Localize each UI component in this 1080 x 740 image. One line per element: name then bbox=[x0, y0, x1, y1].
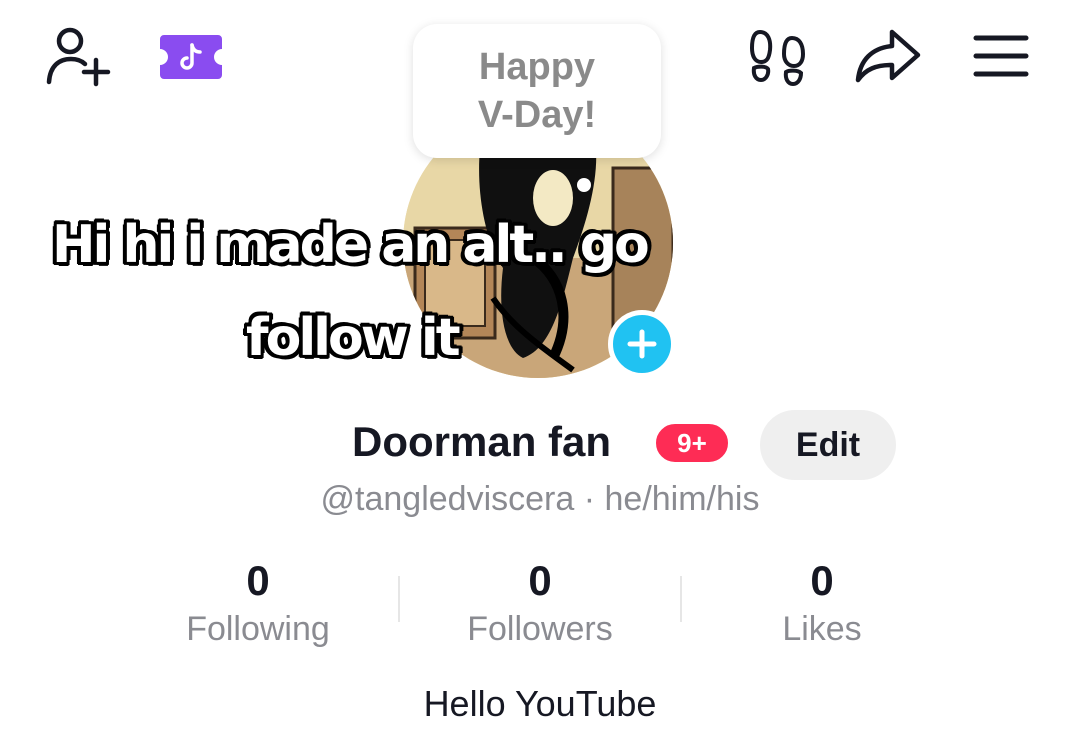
add-story-button[interactable] bbox=[608, 310, 676, 378]
stat-value: 0 bbox=[810, 557, 834, 604]
video-caption-line-1: Hi hi i made an alt.. go bbox=[52, 215, 650, 275]
stat-divider bbox=[398, 576, 400, 622]
hamburger-menu-icon[interactable] bbox=[972, 32, 1030, 80]
note-bubble[interactable]: Happy V-Day! bbox=[413, 24, 661, 158]
plus-icon bbox=[627, 329, 657, 359]
edit-profile-button[interactable]: Edit bbox=[760, 410, 896, 480]
stat-following[interactable]: 0 Following bbox=[158, 556, 358, 652]
tiktok-ticket-icon[interactable] bbox=[158, 33, 224, 81]
share-arrow-icon[interactable] bbox=[854, 28, 922, 84]
stat-divider bbox=[680, 576, 682, 622]
display-name: Doorman fan bbox=[352, 418, 612, 465]
stat-label: Following bbox=[186, 610, 330, 648]
notification-badge[interactable]: 9+ bbox=[653, 421, 731, 465]
profile-bio: Hello YouTube bbox=[423, 683, 657, 724]
stat-followers[interactable]: 0 Followers bbox=[440, 556, 640, 652]
add-friend-icon[interactable] bbox=[44, 24, 116, 88]
stat-label: Followers bbox=[467, 610, 613, 648]
note-bubble-dot bbox=[577, 178, 591, 192]
note-text-line-2: V-Day! bbox=[477, 94, 597, 136]
stat-value: 0 bbox=[528, 557, 552, 604]
stat-value: 0 bbox=[246, 557, 270, 604]
note-text-line-1: Happy bbox=[478, 46, 596, 88]
profile-name-row: Doorman fan 9+ Edit bbox=[0, 410, 1080, 480]
stat-likes[interactable]: 0 Likes bbox=[722, 556, 922, 652]
profile-stats: 0 Following 0 Followers 0 Likes bbox=[0, 556, 1080, 656]
profile-views-footprints-icon[interactable] bbox=[748, 28, 808, 86]
username-pronouns: @tangledviscera · he/him/his bbox=[320, 480, 760, 518]
stat-label: Likes bbox=[782, 610, 862, 648]
video-caption-line-2: follow it bbox=[246, 308, 461, 368]
